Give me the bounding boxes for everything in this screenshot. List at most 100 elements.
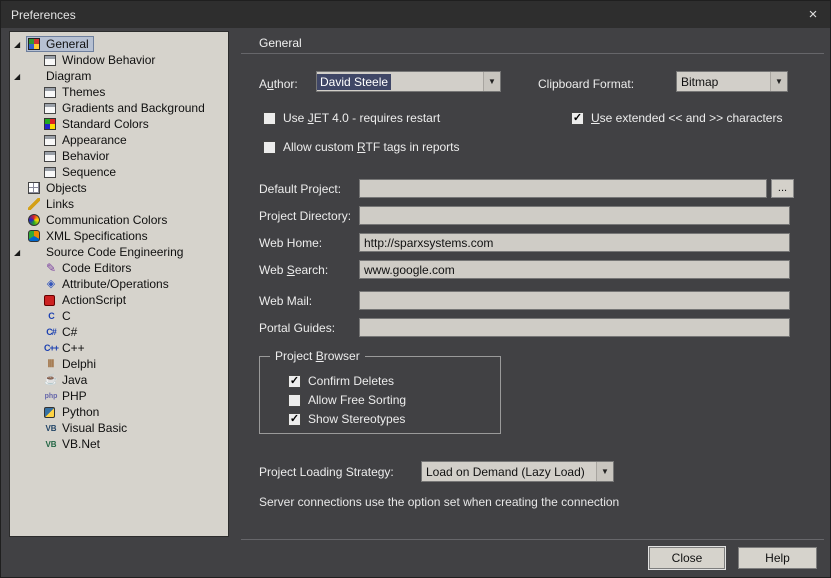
tree-item-php[interactable]: php PHP — [10, 388, 228, 404]
allow-rtf-label: Allow custom RTF tags in reports — [283, 140, 460, 154]
tree-item-content: ActionScript — [42, 292, 131, 308]
footer-divider — [241, 539, 824, 540]
tree-item-icon — [44, 135, 56, 146]
web-home-field[interactable] — [359, 233, 790, 252]
tree-item-xml-specifications[interactable]: XML Specifications — [10, 228, 228, 244]
tree-item-vb-net[interactable]: VB VB.Net — [10, 436, 228, 452]
show-stereotypes-checkbox[interactable]: ✓ — [288, 413, 301, 426]
tree-item-icon — [44, 55, 56, 66]
tree-item-content: C# C# — [42, 324, 82, 340]
tree-item-general[interactable]: ◢ General — [10, 36, 228, 52]
tree-item-c[interactable]: C# C# — [10, 324, 228, 340]
help-button[interactable]: Help — [738, 547, 817, 569]
tree-item-content: Diagram — [26, 68, 96, 84]
tree-item-attribute-operations[interactable]: ◈ Attribute/Operations — [10, 276, 228, 292]
tree-item-label: Appearance — [62, 133, 127, 147]
tree-item-python[interactable]: Python — [10, 404, 228, 420]
tree-item-delphi[interactable]: Ⅲ Delphi — [10, 356, 228, 372]
tree-item-label: Delphi — [62, 357, 96, 371]
web-mail-field[interactable] — [359, 291, 790, 310]
tree-item-objects[interactable]: Objects — [10, 180, 228, 196]
use-extended-checkbox[interactable]: ✓ — [571, 112, 584, 125]
web-home-label: Web Home: — [259, 236, 322, 250]
tree-item-code-editors[interactable]: ✎ Code Editors — [10, 260, 228, 276]
expand-arrow-icon[interactable]: ◢ — [14, 248, 26, 257]
loading-strategy-combobox[interactable]: Load on Demand (Lazy Load) ▼ — [421, 461, 614, 482]
portal-guides-field[interactable] — [359, 318, 790, 337]
tree-item-icon: ✎ — [44, 262, 58, 275]
tree-item-content: Gradients and Background — [42, 100, 210, 116]
allow-rtf-row: Allow custom RTF tags in reports — [263, 140, 460, 154]
tree-item-icon — [44, 295, 55, 306]
tree-item-behavior[interactable]: Behavior — [10, 148, 228, 164]
loading-strategy-label: Project Loading Strategy: — [259, 465, 394, 479]
default-project-field[interactable] — [359, 179, 767, 198]
chevron-down-icon[interactable]: ▼ — [596, 462, 613, 481]
tree-item-label: C++ — [62, 341, 85, 355]
preferences-tree: ◢ General Window Behavior ◢ Diagram Them… — [9, 31, 229, 537]
tree-item-content: Behavior — [42, 148, 114, 164]
tree-item-links[interactable]: Links — [10, 196, 228, 212]
tree-item-label: Attribute/Operations — [62, 277, 169, 291]
tree-item-content: Python — [42, 404, 104, 420]
tree-item-window-behavior[interactable]: Window Behavior — [10, 52, 228, 68]
tree-item-content: C C — [42, 308, 76, 324]
tree-item-content: Communication Colors — [26, 212, 172, 228]
tree-item-c[interactable]: C++ C++ — [10, 340, 228, 356]
server-connection-note: Server connections use the option set wh… — [259, 495, 619, 509]
tree-item-content: Links — [26, 196, 79, 212]
tree-item-gradients-and-background[interactable]: Gradients and Background — [10, 100, 228, 116]
tree-item-visual-basic[interactable]: VB Visual Basic — [10, 420, 228, 436]
tree-item-icon: ☕ — [44, 374, 58, 387]
tree-item-label: Java — [62, 373, 87, 387]
tree-item-icon — [28, 198, 40, 210]
tree-item-content: Ⅲ Delphi — [42, 356, 101, 372]
tree-item-sequence[interactable]: Sequence — [10, 164, 228, 180]
tree-item-icon: VB — [44, 422, 58, 435]
clipboard-format-value: Bitmap — [677, 75, 722, 89]
web-search-field[interactable] — [359, 260, 790, 279]
tree-item-label: Standard Colors — [62, 117, 149, 131]
close-button[interactable]: Close — [649, 547, 725, 569]
use-extended-label: Use extended << and >> characters — [591, 111, 782, 125]
header-divider — [241, 53, 824, 54]
confirm-deletes-row: ✓ Confirm Deletes — [288, 374, 394, 388]
tree-item-label: Themes — [62, 85, 105, 99]
tree-item-content: Sequence — [42, 164, 121, 180]
portal-guides-label: Portal Guides: — [259, 321, 335, 335]
browse-button[interactable]: ... — [771, 179, 794, 198]
tree-item-icon: C — [44, 310, 58, 323]
tree-item-themes[interactable]: Themes — [10, 84, 228, 100]
tree-item-icon — [44, 87, 56, 98]
project-directory-label: Project Directory: — [259, 209, 351, 223]
allow-free-sorting-checkbox[interactable] — [288, 394, 301, 407]
tree-item-diagram[interactable]: ◢ Diagram — [10, 68, 228, 84]
confirm-deletes-checkbox[interactable]: ✓ — [288, 375, 301, 388]
tree-item-icon — [44, 151, 56, 162]
tree-item-standard-colors[interactable]: Standard Colors — [10, 116, 228, 132]
tree-item-c[interactable]: C C — [10, 308, 228, 324]
tree-item-label: Source Code Engineering — [46, 245, 183, 259]
tree-item-label: Behavior — [62, 149, 109, 163]
author-combobox[interactable]: David Steele ▼ — [316, 71, 501, 92]
show-stereotypes-label: Show Stereotypes — [308, 412, 405, 426]
expand-arrow-icon[interactable]: ◢ — [14, 40, 26, 49]
chevron-down-icon[interactable]: ▼ — [483, 72, 500, 91]
expand-arrow-icon[interactable]: ◢ — [14, 72, 26, 81]
tree-item-appearance[interactable]: Appearance — [10, 132, 228, 148]
clipboard-format-combobox[interactable]: Bitmap ▼ — [676, 71, 788, 92]
author-label: Author: — [259, 77, 298, 91]
use-jet-label: Use JET 4.0 - requires restart — [283, 111, 440, 125]
allow-rtf-checkbox[interactable] — [263, 141, 276, 154]
close-icon[interactable]: × — [796, 1, 830, 28]
tree-item-label: Visual Basic — [62, 421, 127, 435]
chevron-down-icon[interactable]: ▼ — [770, 72, 787, 91]
loading-strategy-value: Load on Demand (Lazy Load) — [422, 465, 589, 479]
project-directory-field[interactable] — [359, 206, 790, 225]
tree-item-source-code-engineering[interactable]: ◢ Source Code Engineering — [10, 244, 228, 260]
tree-item-content: Standard Colors — [42, 116, 154, 132]
use-jet-checkbox[interactable] — [263, 112, 276, 125]
tree-item-actionscript[interactable]: ActionScript — [10, 292, 228, 308]
tree-item-java[interactable]: ☕ Java — [10, 372, 228, 388]
tree-item-communication-colors[interactable]: Communication Colors — [10, 212, 228, 228]
